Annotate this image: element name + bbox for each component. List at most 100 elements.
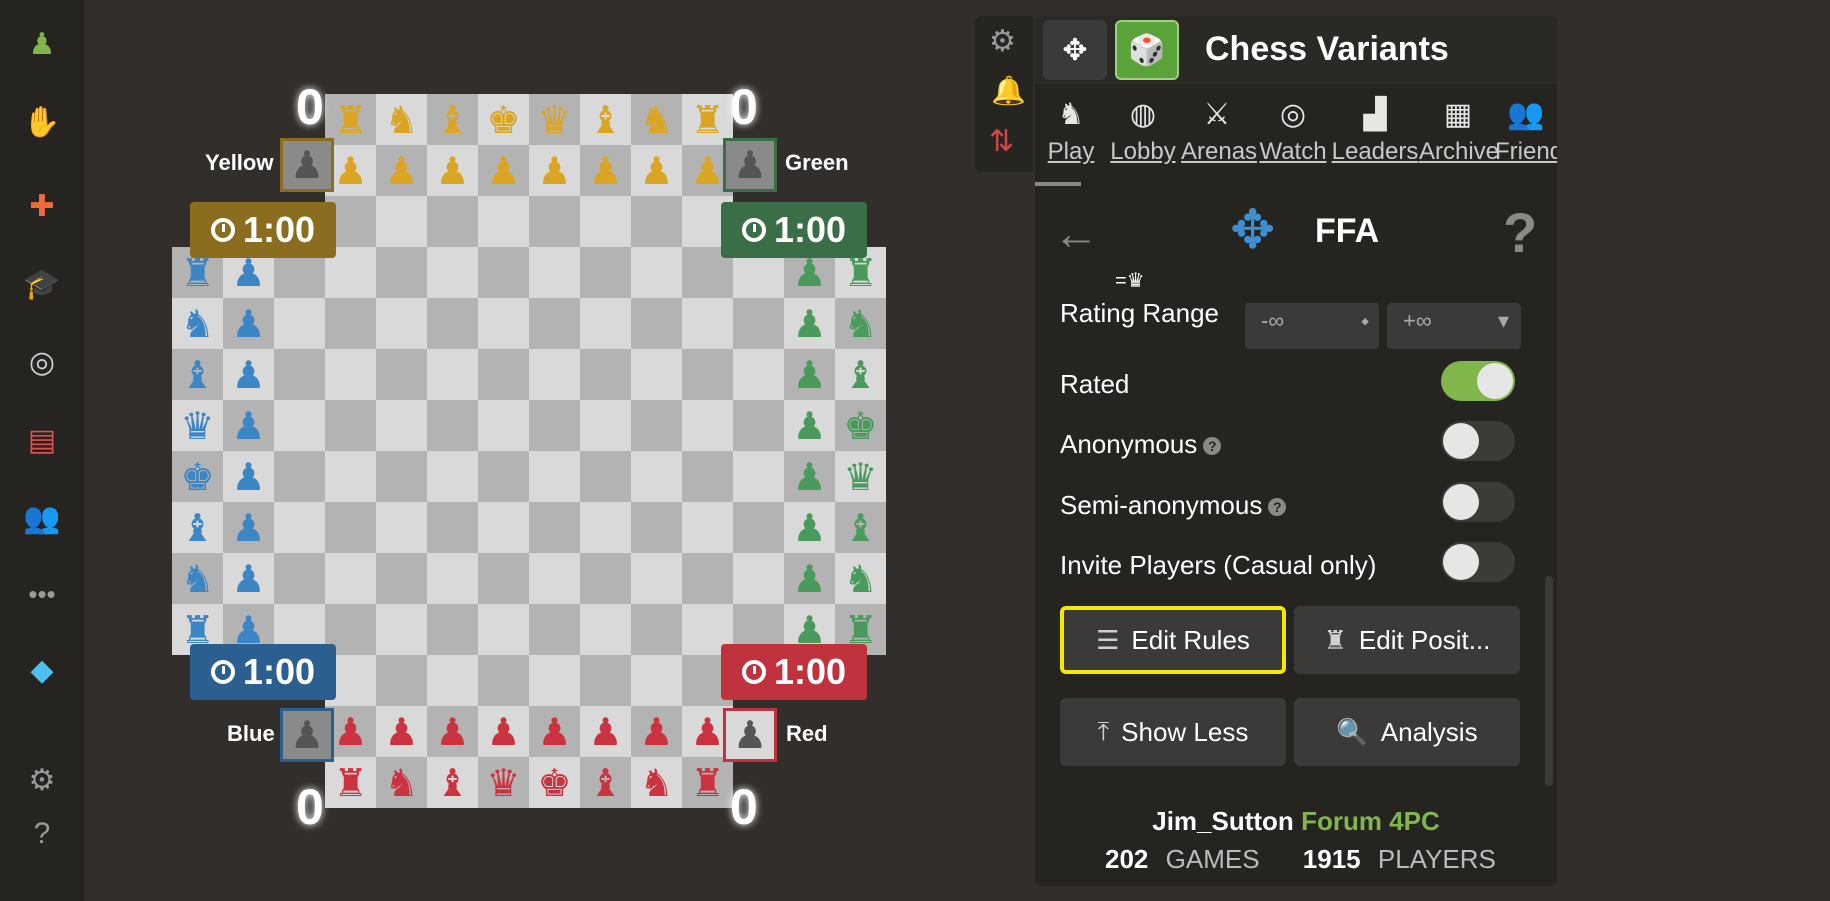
dice-icon[interactable]: 🎲 (1115, 20, 1179, 80)
red-pawn-piece[interactable]: ♟ (478, 706, 529, 757)
yellow-pawn-piece[interactable]: ♟ (427, 145, 478, 196)
board-square[interactable] (274, 502, 325, 553)
board-square[interactable] (478, 400, 529, 451)
board-square[interactable] (376, 502, 427, 553)
board-square[interactable] (325, 349, 376, 400)
board-square[interactable] (529, 196, 580, 247)
board-square[interactable] (376, 655, 427, 706)
board-square[interactable] (529, 451, 580, 502)
board-square[interactable] (376, 298, 427, 349)
tab-friends[interactable]: 👥 Friends (1495, 92, 1557, 188)
bell-icon[interactable]: 🔔 (991, 74, 1026, 107)
board-square[interactable] (427, 196, 478, 247)
username[interactable]: Jim_Sutton (1152, 806, 1294, 836)
board-square[interactable] (325, 298, 376, 349)
board-square[interactable] (682, 298, 733, 349)
board-square[interactable] (580, 247, 631, 298)
yellow-bishop-piece[interactable]: ♝ (580, 94, 631, 145)
board-square[interactable] (682, 451, 733, 502)
option-toggle[interactable] (1441, 361, 1515, 401)
analysis-button[interactable]: 🔍 Analysis (1294, 698, 1520, 766)
board-square[interactable] (631, 655, 682, 706)
tab-leaders[interactable]: ▟ Leaders (1331, 92, 1419, 188)
board-square[interactable] (529, 247, 580, 298)
edit-position-button[interactable]: ♜ Edit Posit... (1294, 606, 1520, 674)
back-arrow-icon[interactable]: ← (1053, 206, 1099, 260)
board-square[interactable] (631, 502, 682, 553)
board-square[interactable] (733, 451, 784, 502)
board-square[interactable] (478, 196, 529, 247)
green-bishop-piece[interactable]: ♝ (835, 349, 886, 400)
rating-max-select[interactable]: +∞ ▾ (1387, 303, 1521, 349)
blue-king-piece[interactable]: ♚ (172, 451, 223, 502)
blue-bishop-piece[interactable]: ♝ (172, 349, 223, 400)
red-knight-piece[interactable]: ♞ (631, 757, 682, 808)
green-pawn-piece[interactable]: ♟ (784, 553, 835, 604)
red-pawn-piece[interactable]: ♟ (427, 706, 478, 757)
yellow-pawn-piece[interactable]: ♟ (478, 145, 529, 196)
option-toggle[interactable] (1441, 421, 1515, 461)
board-square[interactable] (376, 196, 427, 247)
board-square[interactable] (478, 298, 529, 349)
board-square[interactable] (274, 451, 325, 502)
board-square[interactable] (427, 298, 478, 349)
board-square[interactable] (325, 502, 376, 553)
board-square[interactable] (427, 655, 478, 706)
rating-min-select[interactable]: -∞ ⬩ (1245, 303, 1379, 349)
board-square[interactable] (580, 349, 631, 400)
board-square[interactable] (682, 400, 733, 451)
board-square[interactable] (682, 553, 733, 604)
board-square[interactable] (376, 451, 427, 502)
red-bishop-piece[interactable]: ♝ (580, 757, 631, 808)
green-pawn-piece[interactable]: ♟ (784, 451, 835, 502)
yellow-queen-piece[interactable]: ♛ (529, 94, 580, 145)
board-square[interactable] (478, 655, 529, 706)
blue-pawn-piece[interactable]: ♟ (223, 400, 274, 451)
board-square[interactable] (529, 349, 580, 400)
board-square[interactable] (580, 502, 631, 553)
board-square[interactable] (376, 604, 427, 655)
option-toggle[interactable] (1441, 542, 1515, 582)
board-square[interactable] (427, 400, 478, 451)
board-square[interactable] (682, 502, 733, 553)
yellow-pawn-piece[interactable]: ♟ (631, 145, 682, 196)
scrollbar[interactable] (1545, 576, 1553, 786)
board-square[interactable] (529, 400, 580, 451)
green-pawn-piece[interactable]: ♟ (784, 502, 835, 553)
board-square[interactable] (376, 247, 427, 298)
yellow-knight-piece[interactable]: ♞ (631, 94, 682, 145)
board-square[interactable] (733, 349, 784, 400)
blue-knight-piece[interactable]: ♞ (172, 298, 223, 349)
ffa-mode-icon[interactable]: ✥ (1043, 20, 1107, 80)
board-square[interactable] (478, 451, 529, 502)
yellow-pawn-piece[interactable]: ♟ (529, 145, 580, 196)
red-pawn-piece[interactable]: ♟ (631, 706, 682, 757)
board-square[interactable] (325, 553, 376, 604)
forum-link[interactable]: Forum 4PC (1301, 806, 1440, 836)
board-square[interactable] (427, 502, 478, 553)
board-square[interactable] (580, 400, 631, 451)
green-king-piece[interactable]: ♚ (835, 400, 886, 451)
red-pawn-piece[interactable]: ♟ (580, 706, 631, 757)
board-square[interactable] (631, 349, 682, 400)
help-icon[interactable]: ? (1203, 437, 1222, 456)
blue-knight-piece[interactable]: ♞ (172, 553, 223, 604)
yellow-knight-piece[interactable]: ♞ (376, 94, 427, 145)
yellow-pawn-piece[interactable]: ♟ (580, 145, 631, 196)
board-square[interactable] (631, 553, 682, 604)
board-square[interactable] (478, 553, 529, 604)
board-square[interactable] (529, 298, 580, 349)
help-icon[interactable]: ? (1503, 200, 1537, 265)
green-bishop-piece[interactable]: ♝ (835, 502, 886, 553)
swap-icon[interactable]: ⇅ (989, 124, 1014, 159)
board-square[interactable] (325, 451, 376, 502)
board-square[interactable] (631, 196, 682, 247)
tab-watch[interactable]: ◎ Watch (1257, 92, 1329, 188)
tab-archive[interactable]: ▦ Archive (1419, 92, 1499, 188)
red-pawn-piece[interactable]: ♟ (376, 706, 427, 757)
board-square[interactable] (376, 553, 427, 604)
red-king-piece[interactable]: ♚ (529, 757, 580, 808)
board-square[interactable] (733, 553, 784, 604)
tab-arenas[interactable]: ⚔ Arenas (1181, 92, 1257, 188)
red-bishop-piece[interactable]: ♝ (427, 757, 478, 808)
